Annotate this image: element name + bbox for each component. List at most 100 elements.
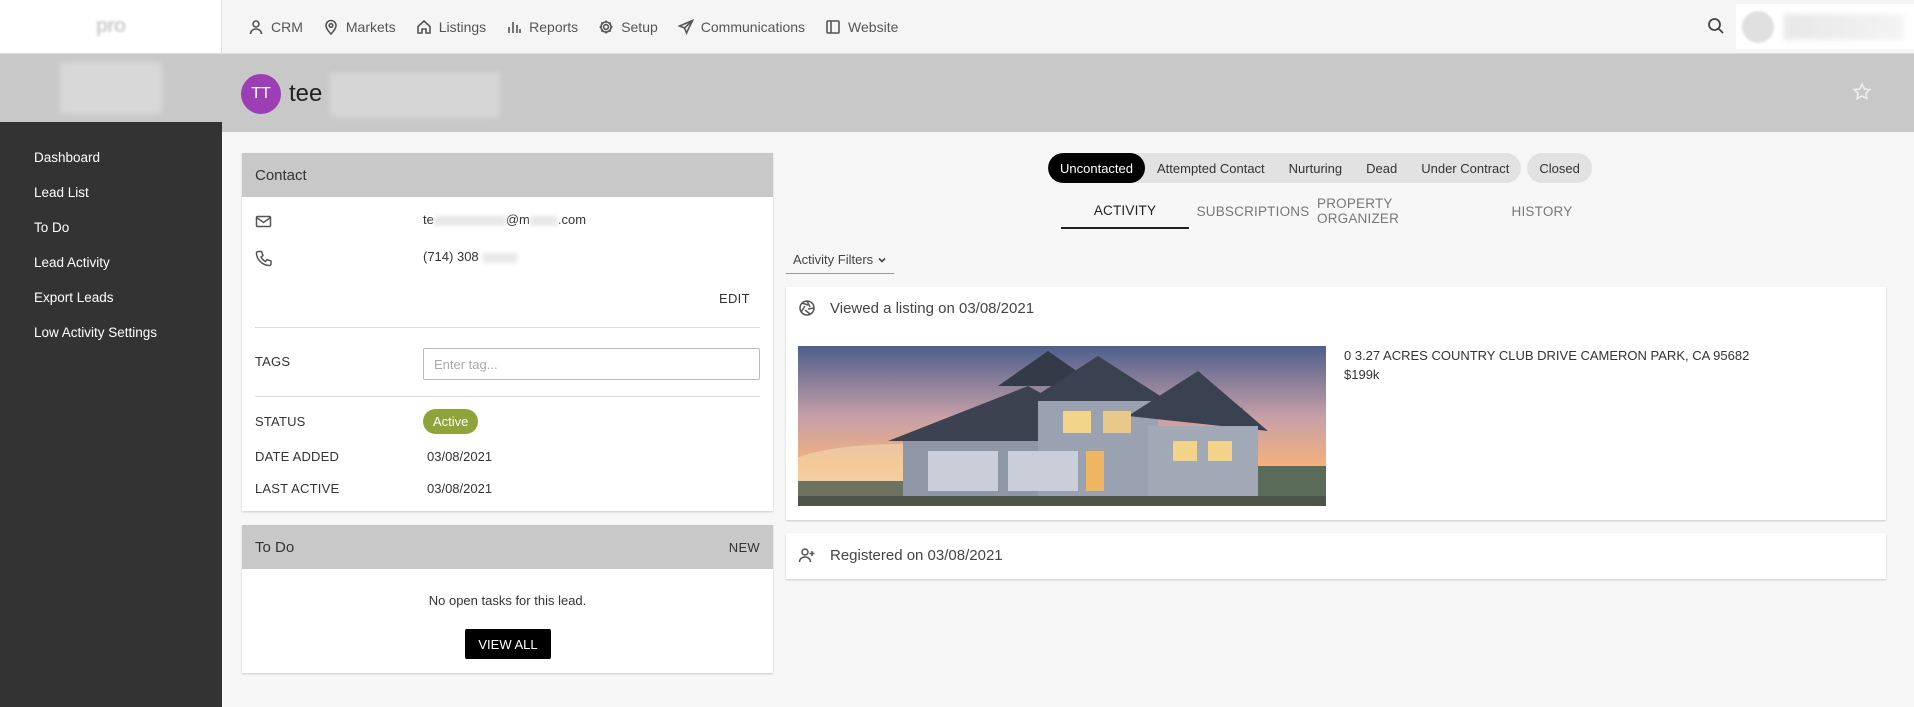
tab-activity[interactable]: ACTIVITY: [1061, 193, 1189, 229]
aperture-icon: [799, 300, 815, 316]
sidebar-item-lead-activity[interactable]: Lead Activity: [0, 245, 222, 280]
tab-history[interactable]: HISTORY: [1473, 193, 1611, 229]
sidebar-item-dashboard[interactable]: Dashboard: [0, 140, 222, 175]
activity-filters-label: Activity Filters: [793, 252, 874, 267]
nav-communications[interactable]: Communications: [677, 19, 806, 35]
contact-card-header: Contact: [242, 153, 773, 197]
star-icon: [1852, 82, 1872, 101]
stage-closed[interactable]: Closed: [1527, 153, 1592, 183]
bar-chart-icon: [508, 22, 521, 33]
todo-card-header: To Do NEW: [242, 525, 773, 569]
gear-icon: [599, 20, 613, 34]
activity-title-viewed-listing: Viewed a listing on 03/08/2021: [830, 299, 1035, 317]
contact-divider-2: [255, 396, 760, 397]
status-label: STATUS: [255, 414, 306, 429]
activity-title-registered: Registered on 03/08/2021: [830, 546, 1003, 564]
nav-reports[interactable]: Reports: [506, 19, 578, 35]
nav-website[interactable]: Website: [825, 19, 898, 35]
nav-communications-label: Communications: [700, 19, 806, 35]
main-nav: CRM Markets Listings Reports Setup Commu…: [248, 0, 918, 54]
nav-crm-label: CRM: [271, 19, 303, 35]
sidebar-item-export-leads[interactable]: Export Leads: [0, 280, 222, 315]
stage-under-contract[interactable]: Under Contract: [1409, 153, 1521, 183]
listing-price: $199k: [1344, 367, 1380, 382]
email-domain-start: @m: [505, 212, 530, 227]
user-plus-icon: [798, 548, 815, 563]
activity-item-title-row: Viewed a listing on 03/08/2021: [798, 299, 1034, 317]
lead-status-pipeline: Uncontacted Attempted Contact Nurturing …: [1048, 153, 1592, 183]
brand-logo-text: pro: [95, 15, 126, 37]
house-photo-illustration: [798, 346, 1326, 506]
mail-icon: [255, 215, 272, 228]
view-all-button[interactable]: VIEW ALL: [465, 629, 551, 659]
stage-nurturing[interactable]: Nurturing: [1277, 153, 1354, 183]
user-menu[interactable]: [1736, 4, 1914, 49]
nav-listings[interactable]: Listings: [416, 19, 486, 35]
home-icon: [416, 19, 431, 34]
sidebar-item-lead-list[interactable]: Lead List: [0, 175, 222, 210]
email-redacted: [433, 215, 506, 226]
status-badge: Active: [423, 409, 479, 434]
tags-label: TAGS: [255, 354, 291, 369]
email-domain-end: .com: [557, 212, 587, 227]
phone-number: (714) 308: [423, 249, 479, 264]
edit-contact-button[interactable]: EDIT: [719, 291, 750, 306]
nav-listings-label: Listings: [438, 19, 487, 35]
last-active-value: 03/08/2021: [427, 481, 493, 496]
lead-name: tee: [289, 80, 323, 107]
tab-property-organizer[interactable]: PROPERTY ORGANIZER: [1317, 193, 1473, 229]
map-pin-icon: [325, 19, 337, 35]
lead-tabs: ACTIVITY SUBSCRIPTIONS PROPERTY ORGANIZE…: [1061, 193, 1611, 229]
date-added-value: 03/08/2021: [427, 449, 493, 464]
last-active-label: LAST ACTIVE: [255, 481, 340, 496]
sidebar-brand-image-redacted: [60, 62, 162, 114]
activity-filters-dropdown[interactable]: Activity Filters: [786, 246, 895, 274]
email-domain-redacted: [529, 215, 558, 226]
send-icon: [677, 19, 694, 35]
brand-logo[interactable]: pro: [0, 0, 222, 53]
stage-dead[interactable]: Dead: [1354, 153, 1409, 183]
activity-item-viewed-listing: Viewed a listing on 03/08/2021 0 3.27 AC…: [786, 287, 1886, 520]
search-icon: [1708, 18, 1724, 34]
todo-card: To Do NEW No open tasks for this lead. V…: [242, 525, 773, 673]
email-prefix: te: [423, 212, 434, 227]
phone-redacted: [482, 252, 517, 263]
sidebar: Dashboard Lead List To Do Lead Activity …: [0, 54, 222, 707]
user-name-redacted: [1784, 13, 1904, 40]
chevron-down-icon: [878, 257, 886, 263]
stage-uncontacted[interactable]: Uncontacted: [1048, 153, 1145, 183]
nav-markets[interactable]: Markets: [323, 19, 396, 35]
contact-card-title: Contact: [255, 166, 307, 184]
phone-icon: [255, 250, 272, 267]
nav-setup[interactable]: Setup: [598, 19, 658, 35]
phone-row: [255, 250, 272, 267]
sidebar-item-low-activity-settings[interactable]: Low Activity Settings: [0, 315, 222, 350]
nav-markets-label: Markets: [345, 19, 396, 35]
lead-name-redacted: [330, 73, 500, 117]
sidebar-menu: Dashboard Lead List To Do Lead Activity …: [0, 122, 222, 350]
listing-photo[interactable]: [798, 346, 1326, 506]
activity-item-title-row: Registered on 03/08/2021: [798, 546, 1003, 564]
stage-attempted-contact[interactable]: Attempted Contact: [1145, 153, 1277, 183]
email-value[interactable]: te @m .com: [423, 212, 586, 227]
sidebar-item-to-do[interactable]: To Do: [0, 210, 222, 245]
new-task-button[interactable]: NEW: [729, 540, 760, 555]
contact-card: Contact te @m .com (714) 308 EDIT TAGS STA…: [242, 153, 773, 511]
tab-subscriptions[interactable]: SUBSCRIPTIONS: [1189, 193, 1317, 229]
lead-avatar: TT: [241, 74, 281, 114]
contact-divider-1: [255, 327, 760, 328]
top-bar: pro CRM Markets Listings Reports Setup C…: [0, 0, 1914, 54]
browser-icon: [826, 20, 840, 34]
lead-header: TT tee: [222, 54, 1914, 132]
date-added-label: DATE ADDED: [255, 449, 340, 464]
phone-value[interactable]: (714) 308: [423, 249, 517, 264]
listing-address[interactable]: 0 3.27 ACRES COUNTRY CLUB DRIVE CAMERON …: [1344, 348, 1749, 363]
tag-input[interactable]: [423, 348, 760, 380]
nav-crm[interactable]: CRM: [248, 19, 303, 35]
todo-card-title: To Do: [255, 538, 295, 556]
todo-empty-message: No open tasks for this lead.: [428, 593, 587, 608]
activity-item-registered: Registered on 03/08/2021: [786, 533, 1886, 579]
search-button[interactable]: [1707, 17, 1727, 37]
nav-reports-label: Reports: [529, 19, 579, 35]
favorite-button[interactable]: [1852, 82, 1874, 104]
